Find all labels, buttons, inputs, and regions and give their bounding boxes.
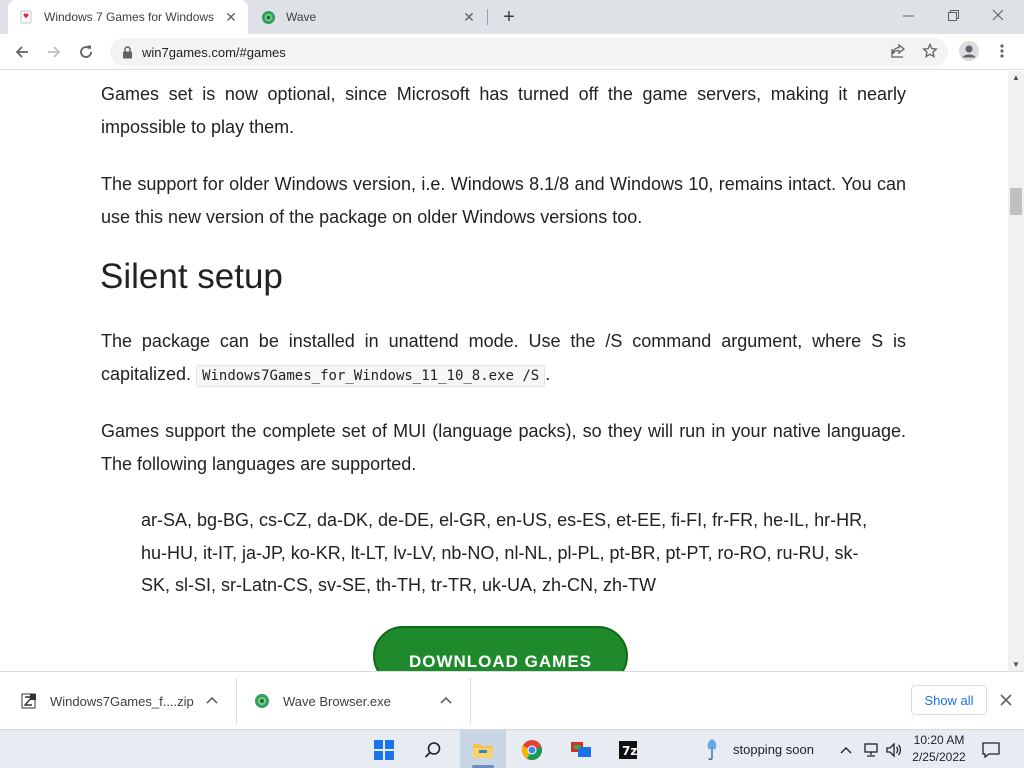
clock-time: 10:20 AM (913, 733, 965, 747)
clock-date: 2/25/2022 (912, 750, 966, 764)
download-item-zip[interactable]: Windows7Games_f....zip (20, 672, 194, 730)
tab-windows7games[interactable]: Windows 7 Games for Windows ✕ (8, 0, 248, 34)
paragraph-older-windows: The support for older Windows version, i… (101, 174, 906, 227)
lock-icon[interactable] (120, 45, 134, 59)
download-separator (236, 678, 237, 724)
minimize-icon[interactable] (886, 0, 930, 30)
network-icon[interactable] (862, 730, 882, 768)
section-heading-silent-setup: Silent setup (100, 257, 283, 296)
new-tab-icon[interactable]: + (498, 6, 520, 28)
wave-browser-icon (253, 692, 271, 710)
close-window-icon[interactable] (976, 0, 1020, 30)
start-windows-icon[interactable] (361, 730, 407, 768)
bookmark-star-icon[interactable] (919, 40, 941, 62)
page-viewport: Games set is now optional, since Microso… (0, 71, 1008, 671)
tab-strip: Windows 7 Games for Windows ✕ Wave ✕ + (0, 0, 1024, 34)
address-bar[interactable]: win7games.com/#games (110, 38, 948, 66)
share-icon[interactable] (887, 40, 909, 62)
file-explorer-icon[interactable] (460, 730, 506, 768)
scroll-up-arrow-icon[interactable]: ▲ (1012, 73, 1020, 82)
browser-toolbar: win7games.com/#games (0, 34, 1024, 70)
tab-title: Wave (286, 10, 317, 24)
show-all-button[interactable]: Show all (911, 685, 987, 715)
paragraph-silent-setup: The package can be installed in unattend… (101, 325, 906, 392)
silent-setup-period: . (545, 363, 551, 384)
chevron-up-icon[interactable] (203, 691, 221, 709)
restore-icon[interactable] (931, 0, 975, 30)
download-filename: Wave Browser.exe (283, 693, 391, 709)
volume-icon[interactable] (884, 730, 904, 768)
download-item-wave[interactable]: Wave Browser.exe (253, 672, 391, 730)
profile-avatar-icon[interactable] (958, 40, 980, 62)
page-scrollbar[interactable]: ▲ ▼ (1008, 71, 1024, 671)
close-icon[interactable] (996, 690, 1016, 710)
7zip-icon[interactable]: 7z (605, 730, 651, 768)
scroll-thumb[interactable] (1010, 188, 1022, 215)
svg-text:7z: 7z (622, 744, 637, 758)
paragraph-mui: Games support the complete set of MUI (l… (101, 421, 906, 474)
search-icon[interactable] (410, 730, 456, 768)
url-text: win7games.com/#games (142, 44, 286, 60)
chevron-up-icon[interactable] (437, 691, 455, 709)
tab-title: Windows 7 Games for Windows (44, 10, 215, 24)
back-arrow-icon[interactable] (8, 38, 36, 66)
forward-arrow-icon[interactable] (40, 38, 68, 66)
download-filename: Windows7Games_f....zip (50, 693, 194, 709)
menu-kebab-icon[interactable] (991, 40, 1013, 62)
download-shelf: Windows7Games_f....zip Wave Browser.exe … (0, 671, 1024, 729)
tab-close-icon[interactable]: ✕ (460, 8, 478, 26)
chrome-icon[interactable] (509, 730, 555, 768)
download-separator (470, 678, 471, 724)
taskbar-notification[interactable]: stopping soon (705, 730, 814, 768)
tab-wave[interactable]: Wave ✕ (250, 0, 486, 34)
tab-separator (487, 9, 488, 25)
scroll-down-arrow-icon[interactable]: ▼ (1012, 660, 1020, 669)
remote-desktop-icon[interactable] (558, 730, 604, 768)
zip-file-icon (20, 692, 38, 710)
win7games-favicon (18, 9, 34, 25)
chevron-up-icon[interactable] (838, 730, 854, 768)
command-code: Windows7Games_for_Windows_11_10_8.exe /S (196, 364, 546, 387)
wave-browser-icon (260, 9, 276, 25)
notification-text: stopping soon (733, 742, 814, 757)
umbrella-icon (705, 738, 719, 762)
system-clock[interactable]: 10:20 AM 2/25/2022 (906, 732, 972, 766)
paragraph-games-optional: Games set is now optional, since Microso… (101, 84, 906, 137)
reload-icon[interactable] (72, 38, 100, 66)
language-list: ar-SA, bg-BG, cs-CZ, da-DK, de-DE, el-GR… (141, 510, 868, 595)
download-games-label: DOWNLOAD GAMES (408, 652, 593, 671)
download-games-button[interactable]: DOWNLOAD GAMES (373, 626, 628, 671)
tab-close-icon[interactable]: ✕ (222, 8, 240, 26)
notification-center-icon[interactable] (980, 730, 1002, 768)
windows-taskbar: 7z stopping soon 10:20 AM 2/25/2022 (0, 729, 1024, 768)
